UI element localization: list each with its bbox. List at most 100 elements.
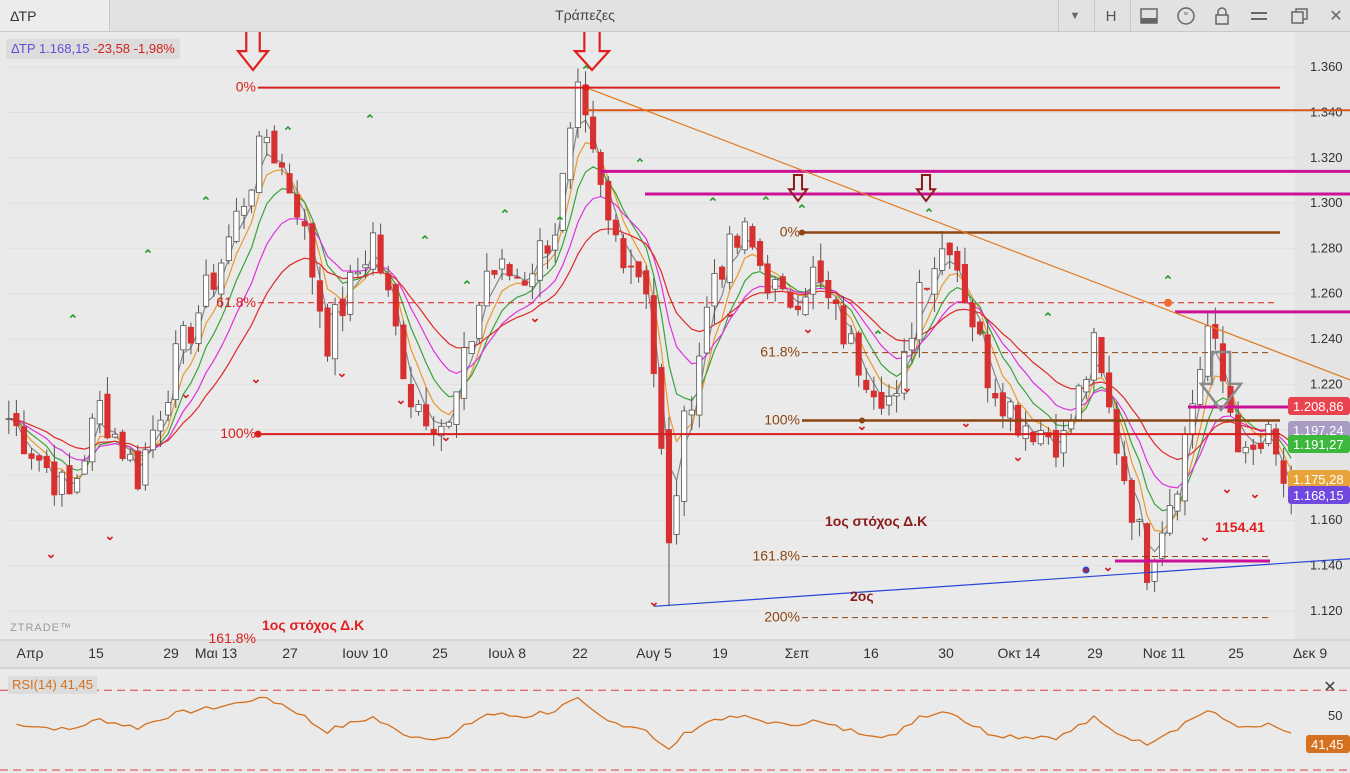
candle bbox=[1106, 372, 1113, 408]
candle bbox=[256, 135, 263, 194]
symbol-label: ΔΤΡ bbox=[10, 8, 37, 24]
x-tick-label: Δεκ 9 bbox=[1293, 645, 1327, 661]
fractal-up-marker: ⌃ bbox=[797, 202, 808, 217]
y-tick-label: 1.340 bbox=[1310, 104, 1343, 119]
layout-icon[interactable] bbox=[1136, 4, 1162, 28]
y-tick-label: 1.240 bbox=[1310, 331, 1343, 346]
quote-icon[interactable]: " bbox=[1173, 4, 1199, 28]
candle bbox=[893, 393, 900, 397]
candle bbox=[294, 194, 301, 218]
candle bbox=[764, 263, 771, 294]
symbol-selector[interactable]: ΔΤΡ bbox=[0, 0, 110, 31]
fractal-down-marker: ⌄ bbox=[1222, 481, 1233, 496]
candle bbox=[66, 465, 73, 495]
candle bbox=[1121, 456, 1128, 482]
candle bbox=[347, 271, 354, 315]
fractal-up-marker: ⌃ bbox=[1163, 273, 1174, 288]
candle bbox=[620, 238, 627, 269]
candle bbox=[756, 240, 764, 266]
candle bbox=[605, 180, 612, 221]
candle bbox=[939, 248, 946, 271]
candle bbox=[650, 295, 657, 374]
candle bbox=[324, 307, 331, 357]
candle bbox=[1151, 560, 1158, 582]
candle bbox=[476, 304, 483, 339]
fractal-down-marker: ⌄ bbox=[902, 380, 913, 395]
h-button[interactable]: H bbox=[1098, 4, 1124, 28]
y-tick-label: 1.120 bbox=[1310, 603, 1343, 618]
candle bbox=[301, 221, 308, 227]
candle bbox=[1257, 442, 1264, 449]
candle bbox=[1174, 493, 1181, 512]
candle bbox=[119, 431, 126, 459]
fractal-down-marker: ⌄ bbox=[46, 546, 57, 561]
rsi-close-icon[interactable]: ✕ bbox=[1320, 678, 1340, 698]
fractal-down-marker: ⌄ bbox=[1013, 449, 1024, 464]
candle bbox=[923, 287, 931, 290]
rsi-header: RSI(14) 41,45 bbox=[8, 676, 97, 694]
candle bbox=[20, 426, 28, 455]
candle bbox=[385, 273, 392, 291]
minimize-icon[interactable] bbox=[1246, 4, 1272, 28]
fractal-up-marker: ⌃ bbox=[462, 278, 473, 293]
x-tick-label: 29 bbox=[1087, 645, 1103, 661]
fractal-up-marker: ⌃ bbox=[500, 207, 511, 222]
candle bbox=[1113, 409, 1120, 454]
fib-right-200-label: 200% bbox=[764, 609, 800, 625]
lock-icon[interactable] bbox=[1209, 4, 1235, 28]
rsi-label: RSI(14) bbox=[12, 677, 57, 692]
fractal-up-marker: ⌃ bbox=[555, 214, 566, 229]
candle bbox=[878, 391, 885, 409]
rsi-axis-label: 50 bbox=[1328, 708, 1342, 723]
window-title: Τράπεζες bbox=[555, 7, 615, 23]
x-tick-label: 29 bbox=[163, 645, 179, 661]
candle bbox=[286, 173, 293, 194]
price-chart[interactable]: 1.1201.1401.1601.1801.2001.2201.2401.260… bbox=[0, 32, 1350, 773]
candle bbox=[316, 280, 323, 312]
candle bbox=[354, 271, 361, 275]
candle bbox=[665, 429, 673, 544]
candle bbox=[832, 299, 839, 304]
candle bbox=[89, 417, 96, 463]
candle bbox=[369, 232, 377, 270]
candle bbox=[203, 274, 210, 307]
candle bbox=[1037, 430, 1044, 445]
candle bbox=[961, 263, 968, 303]
candle bbox=[74, 478, 81, 493]
candle bbox=[468, 341, 475, 354]
candle bbox=[491, 270, 498, 275]
chevron-down-icon[interactable]: ▼ bbox=[1062, 4, 1088, 28]
candle bbox=[58, 471, 65, 495]
price-tag-label: 1.168,15 bbox=[1293, 488, 1344, 503]
price-tag-label: 1.175,28 bbox=[1293, 472, 1344, 487]
candle bbox=[453, 391, 460, 425]
close-icon[interactable]: ✕ bbox=[1323, 4, 1349, 28]
candle bbox=[1204, 325, 1211, 377]
candle bbox=[703, 306, 710, 354]
header-change: -23,58 bbox=[93, 41, 131, 56]
fractal-down-marker: ⌄ bbox=[1103, 559, 1114, 574]
candle bbox=[825, 279, 832, 299]
candle bbox=[544, 245, 551, 254]
fractal-up-marker: ⌃ bbox=[143, 247, 154, 262]
y-tick-label: 1.280 bbox=[1310, 240, 1343, 255]
fib-right-1618-label: 161.8% bbox=[753, 547, 800, 563]
candle bbox=[597, 152, 604, 185]
candle bbox=[1219, 343, 1226, 382]
candle bbox=[726, 233, 733, 283]
price-header: ΔΤΡ 1.168,15 -23,58 -1,98% bbox=[6, 39, 180, 59]
candle bbox=[1022, 425, 1029, 440]
candle bbox=[916, 282, 923, 341]
header-symbol: ΔΤΡ bbox=[11, 41, 36, 56]
restore-icon[interactable] bbox=[1287, 4, 1313, 28]
candle bbox=[810, 266, 817, 295]
candle bbox=[1272, 428, 1280, 455]
candle bbox=[779, 276, 786, 290]
divider bbox=[1094, 0, 1095, 31]
fractal-up-marker: ⌃ bbox=[761, 194, 772, 209]
x-tick-label: Οκτ 14 bbox=[998, 645, 1041, 661]
candle bbox=[734, 235, 741, 248]
candle bbox=[1250, 444, 1257, 450]
fractal-up-marker: ⌃ bbox=[1043, 310, 1054, 325]
fib-left-618-label: 61.8% bbox=[216, 294, 256, 310]
